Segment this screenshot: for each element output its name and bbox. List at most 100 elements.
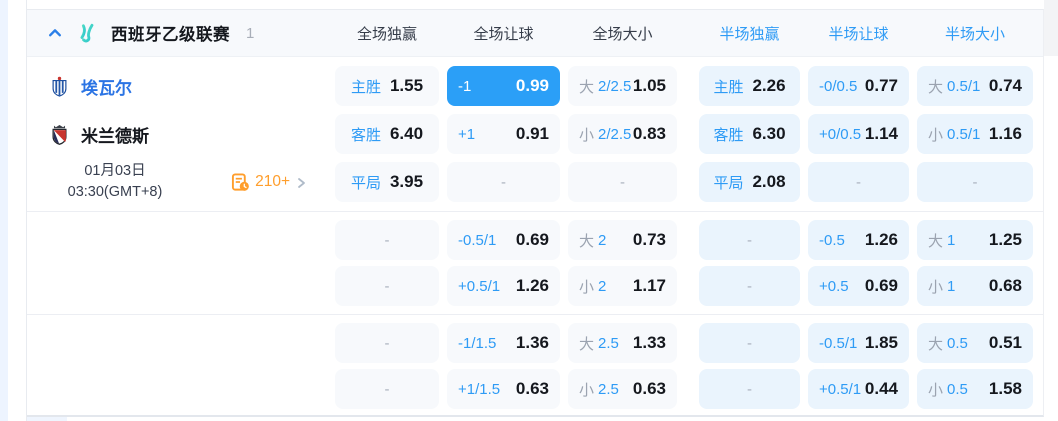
league-info: 西班牙乙级联赛 1 [27,21,327,45]
odds-cell[interactable]: 主胜 2.26 [699,66,800,106]
odds-line: 平局 [713,172,743,193]
odds-label: 大0.5/1 [928,76,980,97]
odds-group: --1/1.51.36大2.51.33--0.5/11.85大0.50.51-+… [27,314,1043,417]
odds-cell[interactable]: +10.91 [447,114,560,154]
odds-cell[interactable]: -0.5 1.26 [808,220,909,260]
odds-cell[interactable]: -0/0.5 0.77 [808,66,909,106]
odds-cell[interactable]: 大0.5/10.74 [917,66,1033,106]
odds-value: 1.33 [633,333,666,353]
odds-value: 1.14 [865,124,898,144]
odds-prefix: 大 [928,230,943,251]
odds-cell[interactable]: +0.5/10.44 [808,369,909,409]
odds-line: 2 [598,232,606,249]
odds-value: 2.26 [752,76,785,96]
odds-label: +1/1.5 [458,381,500,398]
odds-cell[interactable]: 主胜1.55 [335,66,439,106]
odds-value: 1.36 [516,333,549,353]
odds-label: 平局 [351,172,381,193]
odds-cell[interactable]: 客胜 6.40 [335,114,439,154]
odds-prefix: 小 [928,124,943,145]
page-left-accent [0,0,8,421]
odds-value: 6.40 [390,124,423,144]
odds-line: 2/2.5 [598,126,631,143]
away-team[interactable]: 米兰德斯 [27,110,327,158]
odds-line: +0.5/1 [819,381,861,398]
odds-value: 1.26 [865,230,898,250]
odds-line: -0.5/1 [458,232,496,249]
odds-cell[interactable]: 大2.51.33 [568,323,677,363]
odds-cell[interactable]: 大0.50.51 [917,323,1033,363]
odds-value: 0.51 [989,333,1022,353]
odds-cell[interactable]: -1 0.99 [447,66,560,106]
more-markets-link[interactable]: 210+ [231,173,307,192]
scrollbar-gutter [1044,0,1058,56]
odds-prefix: 小 [579,379,594,400]
odds-cell[interactable]: 小0.51.58 [917,369,1033,409]
empty-odds-dash: - [385,381,390,398]
away-team-name: 米兰德斯 [81,122,149,147]
odds-label: -0.5 [819,232,845,249]
odds-cell: - [335,323,439,363]
empty-left-cell [27,320,327,366]
odds-cell[interactable]: 平局3.95 [335,162,439,202]
odds-cell[interactable]: 大2/2.51.05 [568,66,677,106]
odds-value: 0.77 [865,76,898,96]
odds-label: -0/0.5 [819,78,857,95]
odds-label: 小2/2.5 [579,124,631,145]
odds-row: - +1/1.50.63小2.50.63 - +0.5/10.44小0.51.58 [27,366,1043,412]
odds-cell[interactable]: 大20.73 [568,220,677,260]
odds-label: +1 [458,126,475,143]
odds-group: --0.5/10.69大20.73--0.51.26大11.25-+0.5/11… [27,211,1043,314]
odds-line: 客胜 [351,124,381,145]
odds-cell[interactable]: 平局 2.08 [699,162,800,202]
collapse-chevron-icon[interactable] [47,25,63,41]
odds-cell[interactable]: -0.5/1 0.69 [447,220,560,260]
odds-label: +0/0.5 [819,126,861,143]
odds-cell[interactable]: 小2/2.50.83 [568,114,677,154]
odds-label: 大2/2.5 [579,76,631,97]
odds-line: 2 [598,278,606,295]
odds-cell: - [447,162,560,202]
match-date: 01月03日 [37,161,193,182]
match-time: 03:30(GMT+8) [37,182,193,203]
odds-cell[interactable]: +0/0.51.14 [808,114,909,154]
odds-cell[interactable]: 小2.50.63 [568,369,677,409]
odds-line: -0.5/1 [819,335,857,352]
odds-cell: - [699,323,800,363]
odds-value: 1.26 [516,276,549,296]
odds-cell: - [699,369,800,409]
empty-odds-dash: - [385,278,390,295]
odds-label: 大2 [579,230,606,251]
empty-odds-dash: - [747,278,752,295]
odds-line: 主胜 [713,76,743,97]
odds-value: 2.08 [752,172,785,192]
empty-odds-dash: - [747,381,752,398]
odds-cell[interactable]: 小0.5/11.16 [917,114,1033,154]
odds-value: 0.69 [516,230,549,250]
odds-line: +0.5 [819,278,849,295]
odds-cell[interactable]: +0.50.69 [808,266,909,306]
odds-label: 小1 [928,276,955,297]
column-header-ht-1x2: 半场独赢 [699,23,800,44]
odds-cell[interactable]: -1/1.5 1.36 [447,323,560,363]
odds-label: -0.5/1 [458,232,496,249]
odds-cell[interactable]: +1/1.50.63 [447,369,560,409]
odds-cell[interactable]: 小10.68 [917,266,1033,306]
home-team[interactable]: 埃瓦尔 [27,62,327,110]
odds-cell[interactable]: 客胜6.30 [699,114,800,154]
odds-label: -1 [458,78,471,95]
odds-line: 1 [947,278,955,295]
odds-cell[interactable]: 大11.25 [917,220,1033,260]
odds-line: -1/1.5 [458,335,496,352]
odds-cell[interactable]: -0.5/11.85 [808,323,909,363]
odds-groups: 埃瓦尔 主胜1.55-10.99大2/2.51.05主胜2.26-0/0.50.… [27,57,1043,417]
odds-cell[interactable]: 小21.17 [568,266,677,306]
odds-cell[interactable]: +0.5/11.26 [447,266,560,306]
odds-label: 大1 [928,230,955,251]
odds-row: 米兰德斯 客胜6.40+10.91小2/2.50.83客胜6.30+0/0.51… [27,110,1043,158]
odds-line: 0.5 [947,381,968,398]
odds-value: 0.99 [516,76,549,96]
odds-label: -1/1.5 [458,335,496,352]
odds-line: +1/1.5 [458,381,500,398]
odds-prefix: 大 [579,76,594,97]
